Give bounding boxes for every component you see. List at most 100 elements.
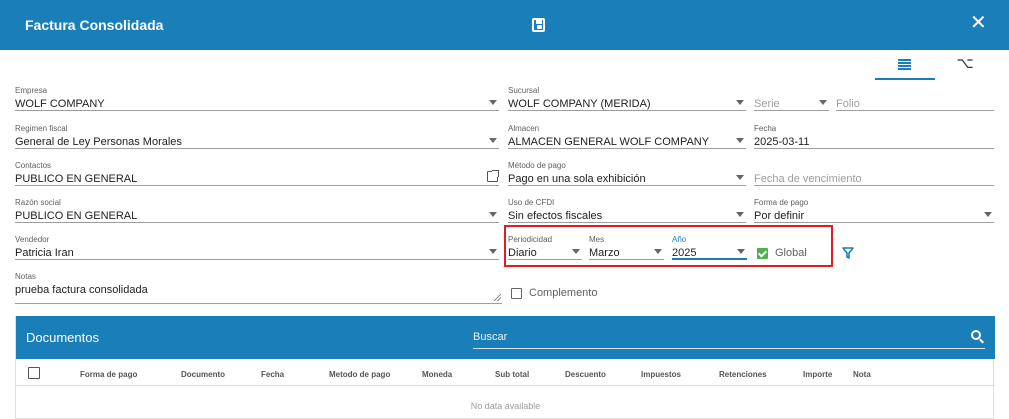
documentos-header: Documentos Buscar bbox=[16, 316, 995, 359]
fecha-vencimiento-field[interactable]: Fecha de vencimiento bbox=[754, 165, 994, 186]
factura-consolidada-dialog: Factura Consolidada ✕ ⌥ Empresa WOLF COM… bbox=[0, 0, 1009, 419]
checkbox-unchecked-icon bbox=[511, 288, 522, 299]
folio-placeholder: Folio bbox=[836, 98, 860, 110]
column-header[interactable]: Retenciones bbox=[719, 370, 767, 379]
dialog-titlebar: Factura Consolidada ✕ bbox=[0, 0, 1009, 50]
notas-label: Notas bbox=[15, 272, 36, 281]
tab-alt-view[interactable]: ⌥ bbox=[935, 54, 995, 80]
column-header[interactable]: Documento bbox=[181, 370, 225, 379]
periodicidad-value: Diario bbox=[508, 247, 537, 259]
open-external-icon[interactable] bbox=[487, 170, 499, 182]
anio-label: Año bbox=[672, 235, 687, 244]
metodo-pago-select[interactable]: Método de pago Pago en una sola exhibici… bbox=[508, 161, 746, 186]
chevron-down-icon bbox=[736, 138, 744, 143]
metodo-pago-label: Método de pago bbox=[508, 161, 566, 170]
almacen-label: Almacen bbox=[508, 124, 540, 133]
column-header[interactable]: Metodo de pago bbox=[329, 370, 390, 379]
filter-icon[interactable] bbox=[842, 247, 854, 259]
contactos-field[interactable]: Contactos PUBLICO EN GENERAL bbox=[15, 161, 499, 186]
documentos-search-input[interactable]: Buscar bbox=[473, 329, 985, 349]
chevron-down-icon bbox=[489, 138, 497, 143]
contactos-value: PUBLICO EN GENERAL bbox=[15, 173, 138, 185]
notas-value: prueba factura consolidada bbox=[15, 284, 148, 296]
fecha-value: 2025-03-11 bbox=[754, 136, 810, 148]
empresa-select[interactable]: Empresa WOLF COMPANY bbox=[15, 86, 499, 111]
chevron-down-icon bbox=[819, 100, 827, 105]
forma-pago-value: Por definir bbox=[754, 210, 805, 222]
razon-social-label: Razón social bbox=[15, 198, 61, 207]
chevron-down-icon bbox=[489, 100, 497, 105]
mes-select[interactable]: Mes Marzo bbox=[589, 235, 664, 260]
column-header[interactable]: Nota bbox=[853, 370, 871, 379]
chevron-down-icon bbox=[489, 249, 497, 254]
regimen-label: Regimen fiscal bbox=[15, 124, 68, 133]
fecha-field[interactable]: Fecha 2025-03-11 bbox=[754, 124, 994, 149]
regimen-fiscal-select[interactable]: Regimen fiscal General de Ley Personas M… bbox=[15, 124, 499, 149]
chevron-down-icon bbox=[984, 212, 992, 217]
folio-field[interactable]: Folio bbox=[836, 90, 994, 111]
notas-textarea[interactable]: Notas prueba factura consolidada bbox=[15, 272, 502, 304]
documentos-title: Documentos bbox=[26, 330, 99, 345]
uso-cfdi-label: Uso de CFDI bbox=[508, 198, 555, 207]
empresa-label: Empresa bbox=[15, 86, 48, 95]
serie-placeholder: Serie bbox=[754, 98, 780, 110]
chevron-down-icon bbox=[736, 212, 744, 217]
option-key-icon: ⌥ bbox=[956, 55, 974, 72]
column-header[interactable]: Sub total bbox=[495, 370, 529, 379]
contactos-label: Contactos bbox=[15, 161, 52, 170]
fecha-label: Fecha bbox=[754, 124, 777, 133]
column-header[interactable]: Importe bbox=[803, 370, 832, 379]
anio-select[interactable]: Año 2025 bbox=[672, 235, 747, 260]
documentos-table: Documentos Buscar Forma de pago Document… bbox=[15, 316, 995, 419]
chevron-down-icon bbox=[572, 249, 580, 254]
empresa-value: WOLF COMPANY bbox=[15, 98, 105, 110]
chevron-down-icon bbox=[737, 249, 745, 254]
table-header-row: Forma de pago Documento Fecha Metodo de … bbox=[16, 361, 995, 386]
mes-value: Marzo bbox=[589, 247, 620, 259]
close-icon[interactable]: ✕ bbox=[970, 13, 987, 33]
vendedor-select[interactable]: Vendedor Patricia Iran bbox=[15, 235, 499, 260]
chevron-down-icon bbox=[654, 249, 662, 254]
search-icon[interactable] bbox=[971, 330, 981, 340]
fecha-vencimiento-placeholder: Fecha de vencimiento bbox=[754, 173, 862, 185]
forma-pago-label: Forma de pago bbox=[754, 198, 809, 207]
column-header[interactable]: Impuestos bbox=[641, 370, 681, 379]
metodo-pago-value: Pago en una sola exhibición bbox=[508, 173, 646, 185]
uso-cfdi-select[interactable]: Uso de CFDI Sin efectos fiscales bbox=[508, 198, 746, 223]
search-placeholder: Buscar bbox=[473, 331, 508, 343]
razon-social-select[interactable]: Razón social PUBLICO EN GENERAL bbox=[15, 198, 499, 223]
almacen-select[interactable]: Almacen ALMACEN GENERAL WOLF COMPANY bbox=[508, 124, 746, 149]
sucursal-value: WOLF COMPANY (MERIDA) bbox=[508, 98, 651, 110]
serie-select[interactable]: Serie bbox=[754, 90, 829, 111]
periodicidad-label: Periodicidad bbox=[508, 235, 553, 244]
regimen-value: General de Ley Personas Morales bbox=[15, 136, 182, 148]
complemento-label: Complemento bbox=[529, 287, 598, 299]
sucursal-label: Sucursal bbox=[508, 86, 540, 95]
uso-cfdi-value: Sin efectos fiscales bbox=[508, 210, 603, 222]
list-icon bbox=[898, 59, 911, 70]
mes-label: Mes bbox=[589, 235, 605, 244]
dialog-title: Factura Consolidada bbox=[25, 17, 164, 33]
tab-list-view[interactable] bbox=[875, 54, 935, 80]
periodicidad-select[interactable]: Periodicidad Diario bbox=[508, 235, 582, 260]
sucursal-select[interactable]: Sucursal WOLF COMPANY (MERIDA) bbox=[508, 86, 746, 111]
vendedor-value: Patricia Iran bbox=[15, 247, 74, 259]
column-header[interactable]: Descuento bbox=[565, 370, 606, 379]
save-icon[interactable] bbox=[532, 18, 545, 32]
almacen-value: ALMACEN GENERAL WOLF COMPANY bbox=[508, 136, 710, 148]
view-tabs: ⌥ bbox=[875, 54, 995, 80]
chevron-down-icon bbox=[489, 212, 497, 217]
chevron-down-icon bbox=[736, 175, 744, 180]
resize-handle-icon[interactable] bbox=[494, 294, 501, 301]
chevron-down-icon bbox=[736, 100, 744, 105]
column-header[interactable]: Forma de pago bbox=[80, 370, 137, 379]
column-header[interactable]: Fecha bbox=[261, 370, 284, 379]
vendedor-label: Vendedor bbox=[15, 235, 50, 244]
select-all-checkbox[interactable] bbox=[28, 367, 40, 379]
forma-pago-select[interactable]: Forma de pago Por definir bbox=[754, 198, 994, 223]
razon-social-value: PUBLICO EN GENERAL bbox=[15, 210, 138, 222]
column-header[interactable]: Moneda bbox=[422, 370, 452, 379]
global-label: Global bbox=[775, 247, 807, 259]
empty-state-text: No data available bbox=[470, 401, 541, 411]
checkbox-checked-icon bbox=[757, 248, 768, 259]
